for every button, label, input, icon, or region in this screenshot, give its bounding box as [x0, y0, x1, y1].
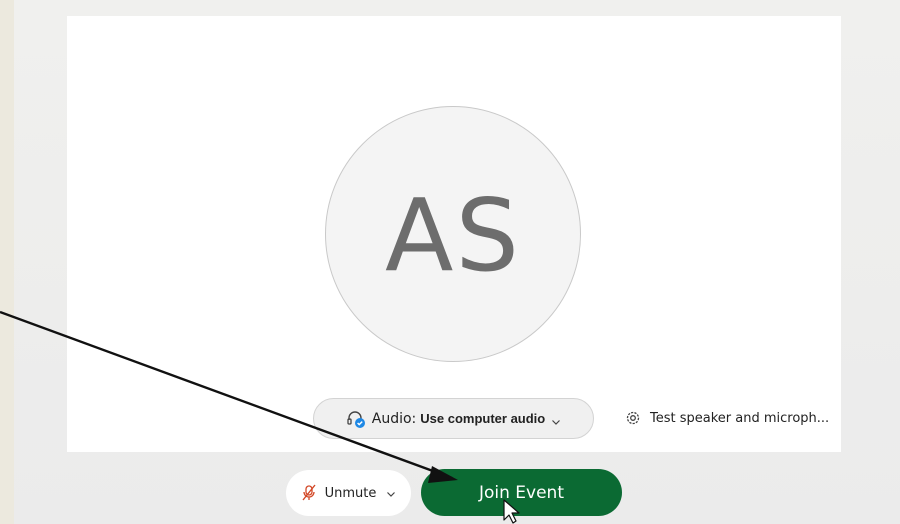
audio-selector-button[interactable]: Audio: Use computer audio — [313, 398, 594, 439]
mic-muted-icon — [301, 484, 317, 502]
chevron-down-icon — [386, 488, 396, 498]
join-event-button[interactable]: Join Event — [421, 469, 622, 516]
unmute-label: Unmute — [324, 485, 377, 501]
join-event-label: Join Event — [478, 482, 565, 503]
left-strip — [0, 0, 14, 524]
chevron-down-icon — [551, 414, 561, 425]
avatar: AS — [325, 106, 581, 362]
test-speaker-mic-button[interactable]: Test speaker and microph... — [624, 405, 829, 431]
audio-label: Audio: — [371, 410, 417, 427]
gear-icon — [624, 409, 642, 427]
unmute-button[interactable]: Unmute — [286, 470, 411, 516]
audio-value: Use computer audio — [420, 411, 546, 426]
avatar-initials: AS — [385, 176, 521, 294]
headset-check-icon — [346, 409, 366, 429]
test-speaker-mic-label: Test speaker and microph... — [650, 410, 830, 426]
